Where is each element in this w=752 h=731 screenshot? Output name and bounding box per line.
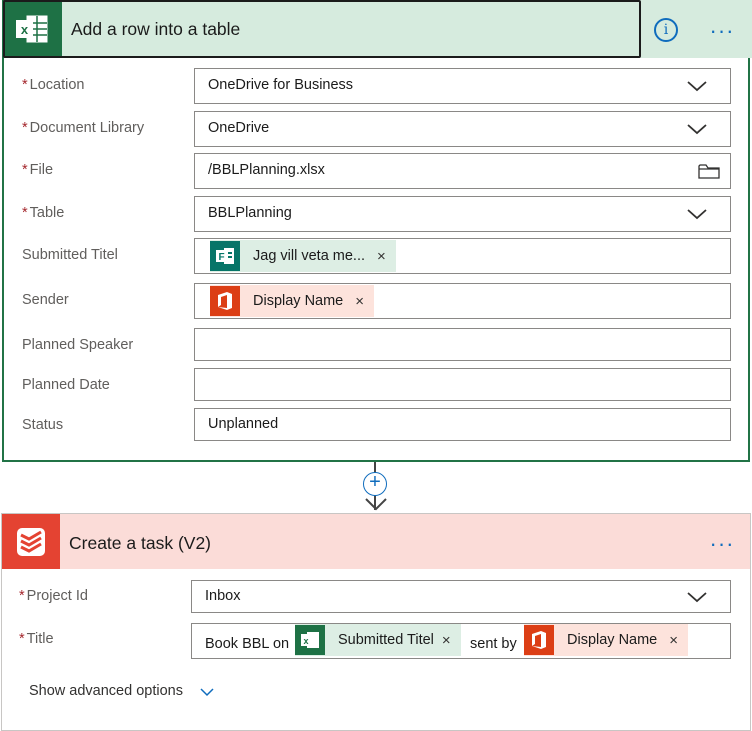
file-input[interactable]: /BBLPlanning.xlsx (194, 153, 731, 189)
table-dropdown[interactable]: BBLPlanning (194, 196, 731, 232)
table-value: BBLPlanning (208, 205, 292, 221)
submitted-titel-input[interactable]: F Jag vill veta me... × (194, 238, 731, 274)
dynamic-content-token[interactable]: Display Name × (210, 285, 375, 317)
location-label: * Location (22, 77, 85, 93)
action-header[interactable]: Create a task (V2) ··· (2, 514, 750, 569)
title-text-part: sent by (470, 636, 517, 652)
office365-icon (524, 625, 554, 655)
dynamic-content-token[interactable]: F Jag vill veta me... × (210, 240, 396, 272)
header-focus-outline (3, 0, 641, 58)
excel-icon: x (295, 625, 325, 655)
project-id-label: * Project Id (19, 588, 88, 604)
remove-token-icon[interactable]: × (434, 632, 461, 649)
forms-icon: F (210, 241, 240, 271)
planned-speaker-label: Planned Speaker (22, 337, 134, 353)
sender-label: Sender (22, 292, 69, 308)
project-id-value: Inbox (205, 588, 241, 604)
chevron-down-icon[interactable] (200, 688, 214, 697)
location-value: OneDrive for Business (208, 77, 354, 93)
folder-icon[interactable] (698, 163, 720, 179)
status-input[interactable]: Unplanned (194, 408, 731, 441)
title-text-part: Book BBL on (205, 636, 290, 652)
planned-speaker-input[interactable] (194, 328, 731, 361)
add-step-icon[interactable]: + (363, 472, 387, 496)
dynamic-content-token[interactable]: x Submitted Titel × (295, 624, 461, 656)
submitted-titel-label: Submitted Titel (22, 247, 118, 263)
file-value: /BBLPlanning.xlsx (208, 162, 325, 178)
file-label: * File (22, 162, 54, 178)
more-options-icon[interactable]: ··· (707, 533, 737, 559)
action-title: Create a task (V2) (69, 533, 211, 553)
library-dropdown[interactable]: OneDrive (194, 111, 731, 147)
chevron-down-icon (687, 124, 707, 135)
planned-date-label: Planned Date (22, 377, 110, 393)
info-icon[interactable]: i (654, 18, 678, 42)
project-id-dropdown[interactable]: Inbox (191, 580, 731, 613)
location-dropdown[interactable]: OneDrive for Business (194, 68, 731, 104)
more-options-icon[interactable]: ··· (707, 20, 737, 46)
show-advanced-options-link[interactable]: Show advanced options (29, 683, 183, 699)
action-card-create-task: Create a task (V2) ··· * Project Id Inbox… (1, 513, 751, 731)
status-label: Status (22, 417, 64, 433)
chevron-down-icon (687, 209, 707, 220)
todoist-icon (2, 514, 60, 569)
planned-date-input[interactable] (194, 368, 731, 401)
table-label: * Table (22, 205, 65, 221)
library-label: * Document Library (22, 120, 145, 136)
office365-icon (210, 286, 240, 316)
status-value: Unplanned (208, 416, 279, 432)
action-card-add-row: x Add a row into a table i ··· * Location… (2, 0, 752, 462)
svg-text:x: x (303, 636, 308, 646)
svg-text:F: F (218, 252, 224, 263)
sender-input[interactable]: Display Name × (194, 283, 731, 319)
dynamic-content-token[interactable]: Display Name × (524, 624, 689, 656)
arrow-down-icon (365, 498, 387, 511)
remove-token-icon[interactable]: × (365, 248, 396, 265)
remove-token-icon[interactable]: × (657, 632, 688, 649)
title-input[interactable]: Book BBL on x Submitted Titel × sent by … (191, 623, 731, 659)
remove-token-icon[interactable]: × (343, 293, 374, 310)
title-label: * Title (19, 631, 54, 647)
chevron-down-icon (687, 81, 707, 92)
chevron-down-icon (687, 592, 707, 603)
library-value: OneDrive (208, 120, 270, 136)
